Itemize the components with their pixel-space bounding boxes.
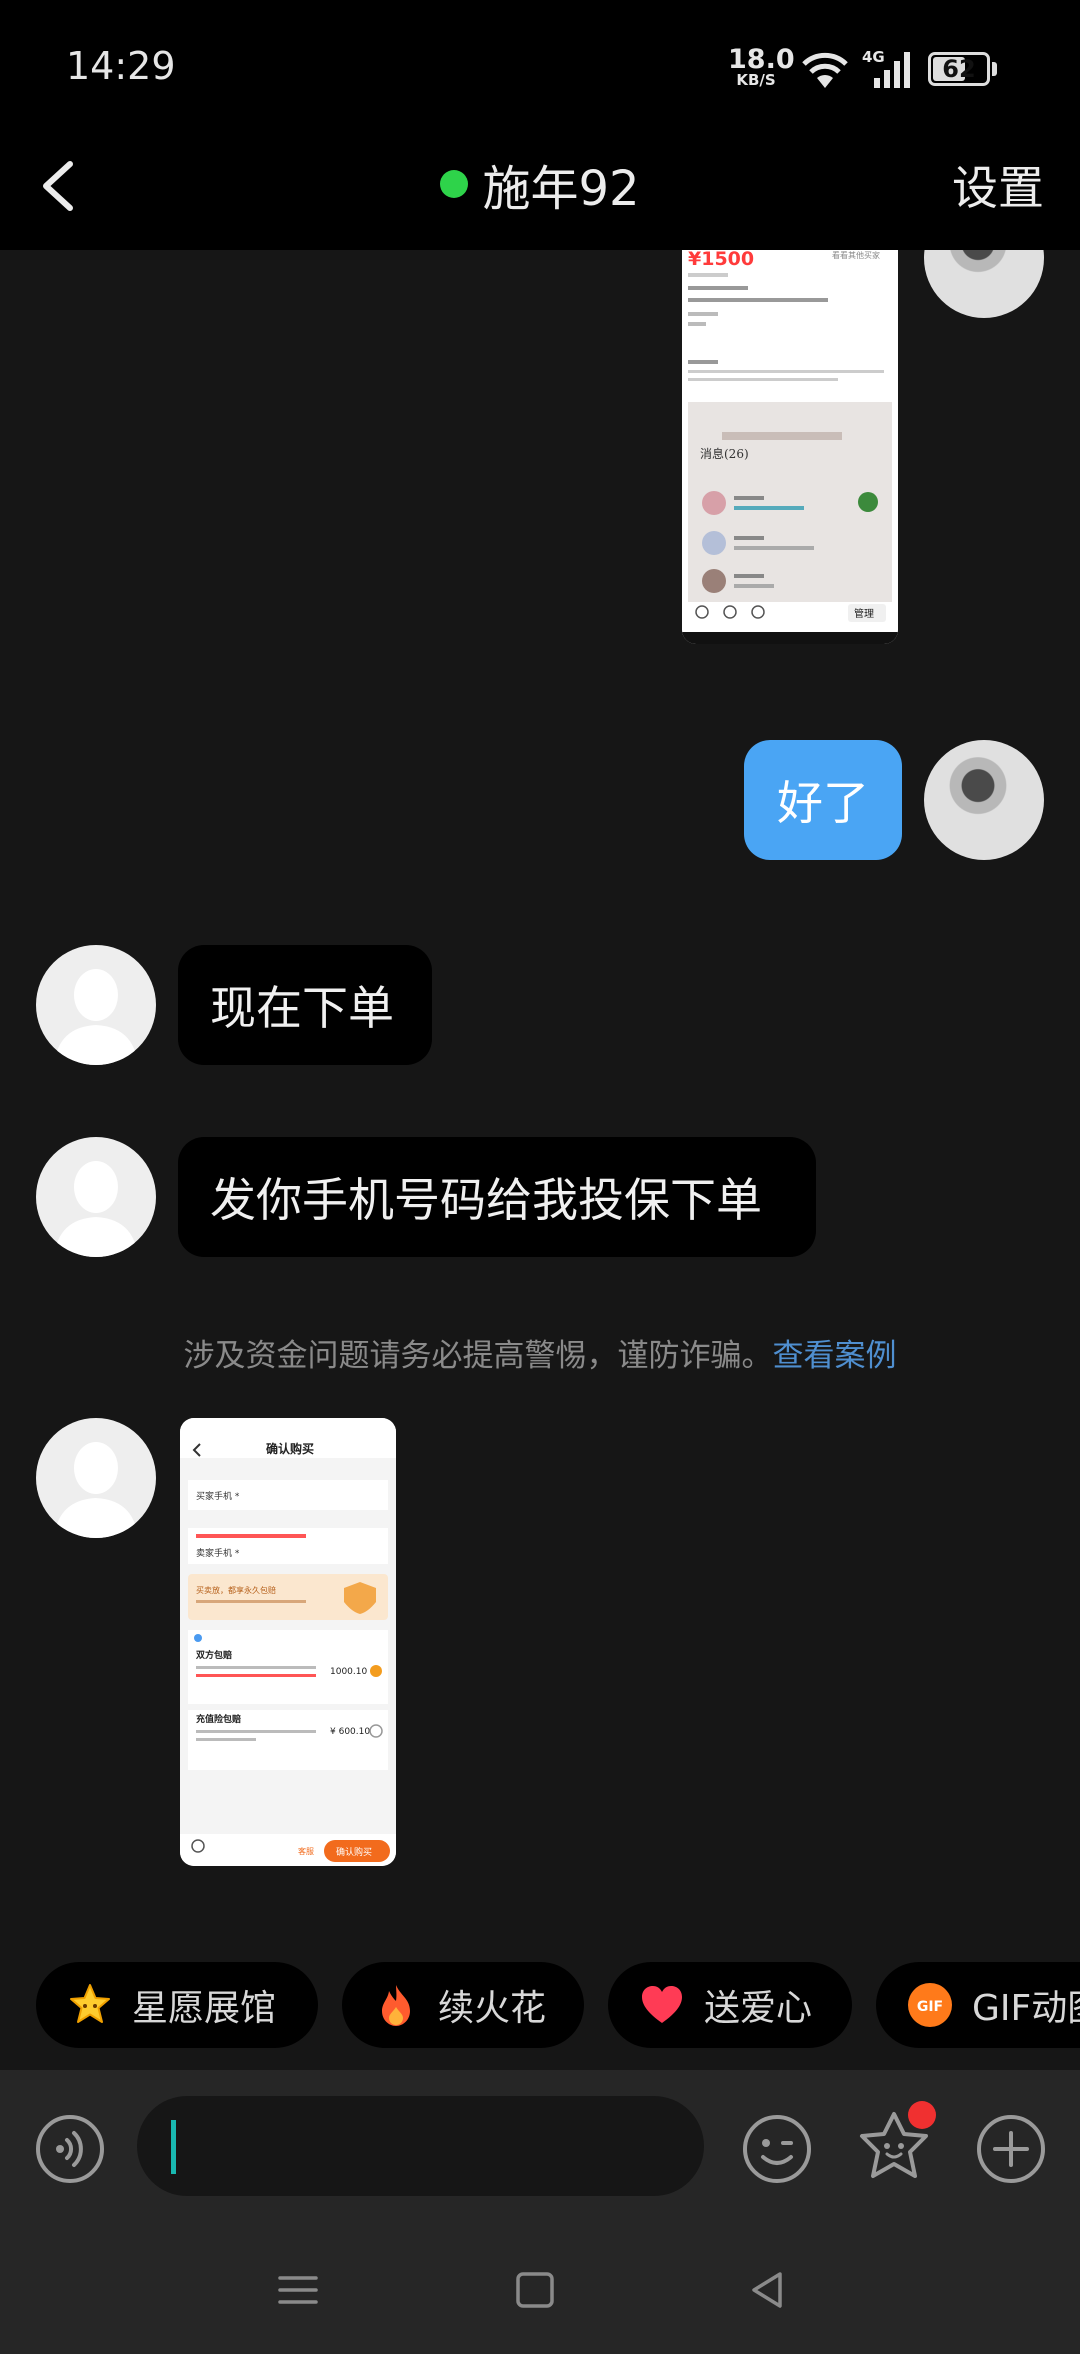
svg-text:充值险包赔: 充值险包赔 — [196, 1713, 241, 1725]
svg-text:1000.10: 1000.10 — [330, 1667, 367, 1677]
received-text-message[interactable]: 现在下单 — [178, 945, 432, 1065]
quick-action-label: GIF动图 — [972, 1988, 1080, 2029]
quick-action-label: 送爱心 — [704, 1988, 813, 2029]
my-avatar[interactable] — [924, 740, 1044, 860]
svg-text:看看其他买家: 看看其他买家 — [832, 250, 880, 260]
notification-badge — [908, 2101, 936, 2129]
quick-action-label: 星愿展馆 — [132, 1988, 277, 2029]
received-screenshot-content: 确认购买 买家手机 * 卖家手机 * 买卖放，都享永久包赔 双方包赔 1000.… — [180, 1418, 396, 1866]
received-image-message[interactable]: 确认购买 买家手机 * 卖家手机 * 买卖放，都享永久包赔 双方包赔 1000.… — [180, 1418, 396, 1866]
voice-input-icon[interactable] — [34, 2113, 106, 2185]
chat-title-wrap: 施年92 — [0, 148, 1080, 220]
svg-text:确认购买: 确认购买 — [336, 1846, 372, 1858]
default-user-icon — [54, 1442, 138, 1538]
text-cursor — [171, 2120, 176, 2174]
default-user-icon — [54, 1161, 138, 1257]
svg-text:管理: 管理 — [854, 607, 874, 620]
svg-text:买卖放，都享永久包赔: 买卖放，都享永久包赔 — [196, 1585, 276, 1595]
cellular-signal-icon: 4G — [862, 48, 910, 88]
quick-action-send-heart[interactable]: 送爱心 — [608, 1962, 852, 2048]
battery-cap — [992, 62, 997, 76]
gif-icon: GIF — [908, 1983, 952, 2027]
heart-icon — [642, 1986, 682, 2023]
received-text-message[interactable]: 发你手机号码给我投保下单 — [178, 1137, 816, 1257]
menu-icon[interactable] — [276, 2268, 320, 2312]
quick-action-star-gallery[interactable]: 星愿展馆 — [36, 1962, 318, 2048]
more-plus-icon[interactable] — [975, 2113, 1047, 2185]
network-type-label: 4G — [862, 48, 885, 66]
quick-action-gif[interactable]: GIF GIF动图 — [876, 1962, 1080, 2048]
quick-action-label: 续火花 — [438, 1988, 547, 2029]
network-speed-unit: KB/S — [736, 71, 776, 89]
contact-avatar[interactable] — [36, 1137, 156, 1257]
flame-icon — [382, 1985, 410, 2026]
star-icon — [70, 1984, 110, 2023]
svg-text:¥ 600.10: ¥ 600.10 — [330, 1727, 370, 1737]
svg-text:双方包赔: 双方包赔 — [196, 1649, 232, 1661]
back-nav-icon[interactable] — [746, 2268, 788, 2312]
wifi-icon — [802, 52, 848, 88]
my-avatar[interactable] — [924, 250, 1044, 318]
view-cases-link[interactable]: 查看案例 — [773, 1338, 897, 1374]
contact-avatar[interactable] — [36, 1418, 156, 1538]
fraud-warning-notice: 涉及资金问题请务必提高警惕，谨防诈骗。查看案例 — [0, 1330, 1080, 1375]
svg-text:¥1500: ¥1500 — [688, 250, 754, 270]
svg-text:确认购买: 确认购买 — [266, 1441, 314, 1456]
sent-text-message[interactable]: 好了 — [744, 740, 902, 860]
svg-text:卖家手机 *: 卖家手机 * — [196, 1547, 240, 1559]
sent-image-message[interactable]: ¥1500 看看其他买家 消息(26) 管理 — [682, 250, 898, 644]
fraud-warning-text: 涉及资金问题请务必提高警惕，谨防诈骗。 — [183, 1338, 773, 1374]
settings-button[interactable]: 设置 — [952, 152, 1044, 218]
contact-avatar[interactable] — [36, 945, 156, 1065]
svg-text:客服: 客服 — [298, 1846, 314, 1856]
svg-text:消息(26): 消息(26) — [700, 446, 749, 461]
status-time: 14:29 — [66, 44, 176, 88]
sent-screenshot-content: ¥1500 看看其他买家 消息(26) 管理 — [682, 250, 898, 644]
network-speed: 18.0 KB/S — [728, 44, 795, 89]
contact-name[interactable]: 施年92 — [482, 149, 639, 219]
network-speed-value: 18.0 — [728, 44, 795, 75]
battery-icon: 62 — [928, 52, 990, 86]
emoji-icon[interactable] — [741, 2113, 813, 2185]
quick-action-spark[interactable]: 续火花 — [342, 1962, 584, 2048]
default-user-icon — [54, 969, 138, 1065]
online-status-dot — [440, 170, 469, 198]
message-input[interactable] — [137, 2096, 704, 2196]
battery-level: 62 — [942, 55, 976, 83]
svg-text:GIF: GIF — [917, 1999, 943, 2015]
home-icon[interactable] — [514, 2268, 556, 2312]
svg-text:买家手机 *: 买家手机 * — [196, 1490, 240, 1502]
message-list[interactable]: ¥1500 看看其他买家 消息(26) 管理 好了 现在下单 发你手机号码给我投… — [0, 250, 1080, 2070]
